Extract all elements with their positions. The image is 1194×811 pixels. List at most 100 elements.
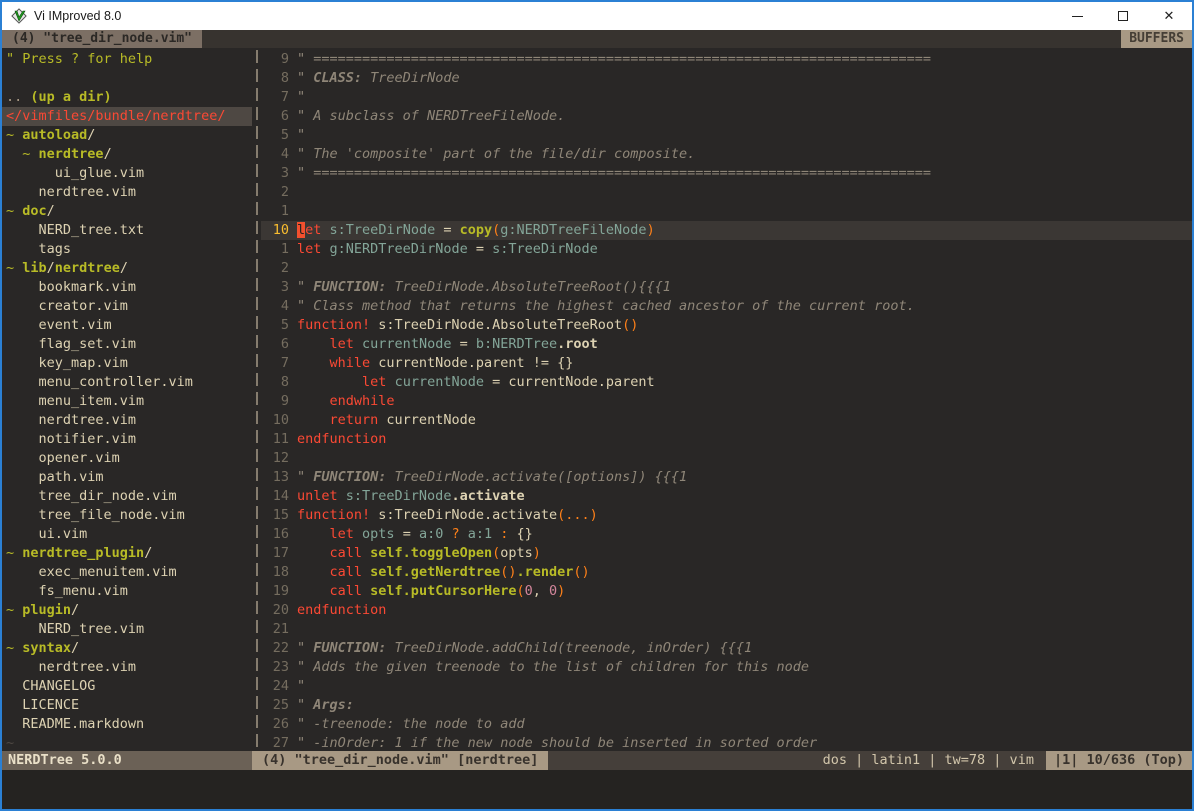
editor-line[interactable]: 5"	[261, 126, 1192, 145]
editor-line[interactable]: 9 endwhile	[261, 392, 1192, 411]
nerdtree-item-text: tags	[6, 240, 71, 259]
buffer-tab[interactable]: (4) "tree_dir_node.vim"	[2, 30, 202, 48]
editor-line[interactable]: 6 let currentNode = b:NERDTree.root	[261, 335, 1192, 354]
editor-line[interactable]: 22" FUNCTION: TreeDirNode.addChild(treen…	[261, 639, 1192, 658]
nerdtree-item[interactable]: NERD_tree.txt	[2, 221, 252, 240]
editor-line-text: " CLASS: TreeDirNode	[297, 69, 460, 88]
line-number: 2	[261, 183, 289, 202]
close-button[interactable]: ✕	[1146, 2, 1192, 30]
editor-line[interactable]: 18 call self.getNerdtree().render()	[261, 563, 1192, 582]
editor-line[interactable]: 9" =====================================…	[261, 50, 1192, 69]
editor-line[interactable]: 27" -inOrder: 1 if the new node should b…	[261, 734, 1192, 751]
nerdtree-item[interactable]: ~	[2, 734, 252, 751]
line-number: 15	[261, 506, 289, 525]
nerdtree-item[interactable]: tags	[2, 240, 252, 259]
editor-line[interactable]: 10 return currentNode	[261, 411, 1192, 430]
nerdtree-item[interactable]: NERD_tree.vim	[2, 620, 252, 639]
line-number: 18	[261, 563, 289, 582]
editor-line-text: "	[297, 88, 313, 107]
editor-line[interactable]: 16 let opts = a:0 ? a:1 : {}	[261, 525, 1192, 544]
editor-line[interactable]: 1let g:NERDTreeDirNode = s:TreeDirNode	[261, 240, 1192, 259]
nerdtree-item[interactable]: ~ plugin/	[2, 601, 252, 620]
editor-line[interactable]: 4" The 'composite' part of the file/dir …	[261, 145, 1192, 164]
nerdtree-item[interactable]: " Press ? for help	[2, 50, 252, 69]
editor-line-text: while currentNode.parent != {}	[297, 354, 573, 373]
nerdtree-item[interactable]: nerdtree.vim	[2, 183, 252, 202]
line-number: 5	[261, 316, 289, 335]
editor-line[interactable]: 19 call self.putCursorHere(0, 0)	[261, 582, 1192, 601]
close-icon: ✕	[1164, 10, 1175, 23]
nerdtree-item[interactable]: </vimfiles/bundle/nerdtree/	[2, 107, 252, 126]
nerdtree-item[interactable]: menu_controller.vim	[2, 373, 252, 392]
editor-line[interactable]: 8 let currentNode = currentNode.parent	[261, 373, 1192, 392]
line-number: 27	[261, 734, 289, 751]
nerdtree-item[interactable]: ~ syntax/	[2, 639, 252, 658]
editor-line[interactable]: 15function! s:TreeDirNode.activate(...)	[261, 506, 1192, 525]
buffers-label[interactable]: BUFFERS	[1121, 30, 1192, 48]
editor-line[interactable]: 26" -treenode: the node to add	[261, 715, 1192, 734]
editor-line[interactable]: 3" FUNCTION: TreeDirNode.AbsoluteTreeRoo…	[261, 278, 1192, 297]
editor-line[interactable]: 4" Class method that returns the highest…	[261, 297, 1192, 316]
nerdtree-item[interactable]: tree_file_node.vim	[2, 506, 252, 525]
editor-line[interactable]: 6" A subclass of NERDTreeFileNode.	[261, 107, 1192, 126]
nerdtree-item[interactable]: ~ nerdtree_plugin/	[2, 544, 252, 563]
nerdtree-item[interactable]: ui.vim	[2, 525, 252, 544]
editor-line[interactable]: 11endfunction	[261, 430, 1192, 449]
nerdtree-item[interactable]: ui_glue.vim	[2, 164, 252, 183]
nerdtree-item-text: tree_dir_node.vim	[6, 487, 177, 506]
editor-line-text: function! s:TreeDirNode.AbsoluteTreeRoot…	[297, 316, 638, 335]
nerdtree-panel: " Press ? for help .. (up a dir)</vimfile…	[2, 48, 252, 751]
editor-line-text: " Adds the given treenode to the list of…	[297, 658, 809, 677]
nerdtree-item[interactable]: LICENCE	[2, 696, 252, 715]
nerdtree-item[interactable]: tree_dir_node.vim	[2, 487, 252, 506]
editor-line[interactable]: 8" CLASS: TreeDirNode	[261, 69, 1192, 88]
nerdtree-item[interactable]: CHANGELOG	[2, 677, 252, 696]
nerdtree-item[interactable]: flag_set.vim	[2, 335, 252, 354]
nerdtree-item[interactable]: notifier.vim	[2, 430, 252, 449]
nerdtree-item[interactable]: path.vim	[2, 468, 252, 487]
line-number: 14	[261, 487, 289, 506]
editor-line[interactable]: 2	[261, 259, 1192, 278]
nerdtree-item[interactable]: event.vim	[2, 316, 252, 335]
editor-line[interactable]: 21	[261, 620, 1192, 639]
editor-line[interactable]: 20endfunction	[261, 601, 1192, 620]
nerdtree-item[interactable]: ~ nerdtree/	[2, 145, 252, 164]
editor-line[interactable]: 24"	[261, 677, 1192, 696]
editor-line[interactable]: 7"	[261, 88, 1192, 107]
window-titlebar: Vi IMproved 8.0 ✕	[2, 2, 1192, 30]
editor-line[interactable]: 25" Args:	[261, 696, 1192, 715]
window-separator[interactable]	[252, 48, 261, 751]
nerdtree-item[interactable]: .. (up a dir)	[2, 88, 252, 107]
nerdtree-item[interactable]	[2, 69, 252, 88]
editor-line-text: endfunction	[297, 430, 386, 449]
line-number: 6	[261, 107, 289, 126]
nerdtree-item[interactable]: ~ doc/	[2, 202, 252, 221]
nerdtree-item[interactable]: nerdtree.vim	[2, 411, 252, 430]
nerdtree-item[interactable]: nerdtree.vim	[2, 658, 252, 677]
nerdtree-item[interactable]: bookmark.vim	[2, 278, 252, 297]
nerdtree-item[interactable]: menu_item.vim	[2, 392, 252, 411]
nerdtree-item[interactable]: opener.vim	[2, 449, 252, 468]
nerdtree-item[interactable]: creator.vim	[2, 297, 252, 316]
editor-line[interactable]: 13" FUNCTION: TreeDirNode.activate([opti…	[261, 468, 1192, 487]
minimize-button[interactable]	[1054, 2, 1100, 30]
editor-line[interactable]: 12	[261, 449, 1192, 468]
editor-line[interactable]: 5 function! s:TreeDirNode.AbsoluteTreeRoo…	[261, 316, 1192, 335]
editor-line[interactable]: 2	[261, 183, 1192, 202]
editor-line[interactable]: 23" Adds the given treenode to the list …	[261, 658, 1192, 677]
nerdtree-item[interactable]: key_map.vim	[2, 354, 252, 373]
maximize-button[interactable]	[1100, 2, 1146, 30]
editor-line[interactable]: 7 while currentNode.parent != {}	[261, 354, 1192, 373]
editor-line[interactable]: 17 call self.toggleOpen(opts)	[261, 544, 1192, 563]
editor-line[interactable]: 3" =====================================…	[261, 164, 1192, 183]
nerdtree-item-text: creator.vim	[6, 297, 128, 316]
editor-line[interactable]: 1	[261, 202, 1192, 221]
editor-line[interactable]: 14unlet s:TreeDirNode.activate	[261, 487, 1192, 506]
nerdtree-item[interactable]: README.markdown	[2, 715, 252, 734]
nerdtree-item[interactable]: fs_menu.vim	[2, 582, 252, 601]
line-number: 6	[261, 335, 289, 354]
nerdtree-item[interactable]: ~ autoload/	[2, 126, 252, 145]
editor-line[interactable]: 10let s:TreeDirNode = copy(g:NERDTreeFil…	[261, 221, 1192, 240]
nerdtree-item[interactable]: ~ lib/nerdtree/	[2, 259, 252, 278]
nerdtree-item[interactable]: exec_menuitem.vim	[2, 563, 252, 582]
